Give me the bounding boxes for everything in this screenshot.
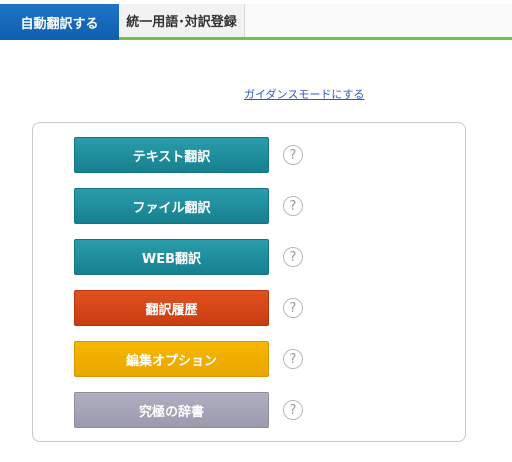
- guidance-mode-link[interactable]: ガイダンスモードにする: [244, 86, 364, 102]
- translation-history-button[interactable]: 翻訳履歴: [74, 290, 269, 326]
- help-icon[interactable]: ?: [283, 196, 303, 216]
- help-icon[interactable]: ?: [283, 298, 303, 318]
- tab-underline: [119, 37, 512, 40]
- web-translation-label: WEB翻訳: [141, 251, 202, 267]
- help-icon[interactable]: ?: [283, 349, 303, 369]
- edit-options-button[interactable]: 編集オプション: [74, 341, 269, 377]
- tab-bar-background: [244, 4, 512, 38]
- ultimate-dictionary-label: 究極の辞書: [138, 404, 204, 420]
- ultimate-dictionary-button[interactable]: 究極の辞書: [74, 392, 269, 428]
- translation-history-label: 翻訳履歴: [145, 302, 198, 318]
- tab-term-registration-label: 統一用語･対訳登録: [126, 15, 237, 30]
- help-icon[interactable]: ?: [283, 145, 303, 165]
- help-icon[interactable]: ?: [283, 247, 303, 267]
- help-icon[interactable]: ?: [283, 400, 303, 420]
- web-translation-button[interactable]: WEB翻訳: [74, 239, 269, 275]
- tab-auto-translate[interactable]: 自動翻訳する: [0, 4, 119, 40]
- text-translation-label: テキスト翻訳: [132, 149, 211, 165]
- tab-auto-translate-label: 自動翻訳する: [20, 16, 99, 32]
- text-translation-button[interactable]: テキスト翻訳: [74, 137, 269, 173]
- tab-term-registration[interactable]: 統一用語･対訳登録: [119, 4, 245, 37]
- file-translation-button[interactable]: ファイル翻訳: [74, 188, 269, 224]
- file-translation-label: ファイル翻訳: [132, 200, 211, 216]
- tab-bar: 自動翻訳する 統一用語･対訳登録: [0, 0, 512, 40]
- edit-options-label: 編集オプション: [125, 353, 217, 369]
